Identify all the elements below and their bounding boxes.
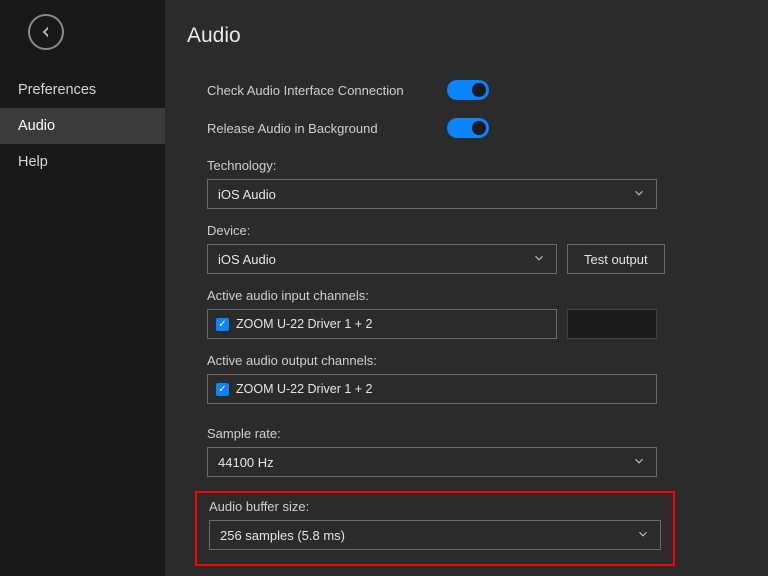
highlight-annotation: Audio buffer size: 256 samples (5.8 ms) xyxy=(195,491,675,566)
output-channels-box[interactable]: ✓ ZOOM U-22 Driver 1 + 2 xyxy=(207,374,657,404)
chevron-down-icon xyxy=(632,454,646,471)
toggle-release-bg[interactable] xyxy=(447,118,489,138)
toggle-check-interface-label: Check Audio Interface Connection xyxy=(207,83,447,98)
sidebar-item-preferences[interactable]: Preferences xyxy=(0,72,165,108)
back-button[interactable] xyxy=(28,14,64,50)
main-panel: Audio Check Audio Interface Connection R… xyxy=(165,0,768,576)
chevron-down-icon xyxy=(632,186,646,203)
device-label: Device: xyxy=(207,223,742,238)
technology-value: iOS Audio xyxy=(218,187,276,202)
output-channel-item: ZOOM U-22 Driver 1 + 2 xyxy=(236,382,373,396)
input-channel-item: ZOOM U-22 Driver 1 + 2 xyxy=(236,317,373,331)
page-title: Audio xyxy=(187,24,742,48)
input-channels-label: Active audio input channels: xyxy=(207,288,742,303)
buffer-size-value: 256 samples (5.8 ms) xyxy=(220,528,345,543)
sidebar-item-audio[interactable]: Audio xyxy=(0,108,165,144)
technology-label: Technology: xyxy=(207,158,742,173)
device-value: iOS Audio xyxy=(218,252,276,267)
sidebar-item-help[interactable]: Help xyxy=(0,144,165,180)
buffer-size-label: Audio buffer size: xyxy=(209,499,661,514)
checkbox-checked-icon[interactable]: ✓ xyxy=(216,318,229,331)
sample-rate-select[interactable]: 44100 Hz xyxy=(207,447,657,477)
sidebar: Preferences Audio Help xyxy=(0,0,165,576)
toggle-check-interface[interactable] xyxy=(447,80,489,100)
sample-rate-value: 44100 Hz xyxy=(218,455,274,470)
toggle-release-bg-label: Release Audio in Background xyxy=(207,121,447,136)
chevron-down-icon xyxy=(636,527,650,544)
checkbox-checked-icon[interactable]: ✓ xyxy=(216,383,229,396)
input-channels-box[interactable]: ✓ ZOOM U-22 Driver 1 + 2 xyxy=(207,309,557,339)
arrow-left-icon xyxy=(38,24,54,40)
output-channels-label: Active audio output channels: xyxy=(207,353,742,368)
buffer-size-select[interactable]: 256 samples (5.8 ms) xyxy=(209,520,661,550)
test-output-button[interactable]: Test output xyxy=(567,244,665,274)
device-select[interactable]: iOS Audio xyxy=(207,244,557,274)
input-channels-side-slot xyxy=(567,309,657,339)
chevron-down-icon xyxy=(532,251,546,268)
sample-rate-label: Sample rate: xyxy=(207,426,742,441)
technology-select[interactable]: iOS Audio xyxy=(207,179,657,209)
